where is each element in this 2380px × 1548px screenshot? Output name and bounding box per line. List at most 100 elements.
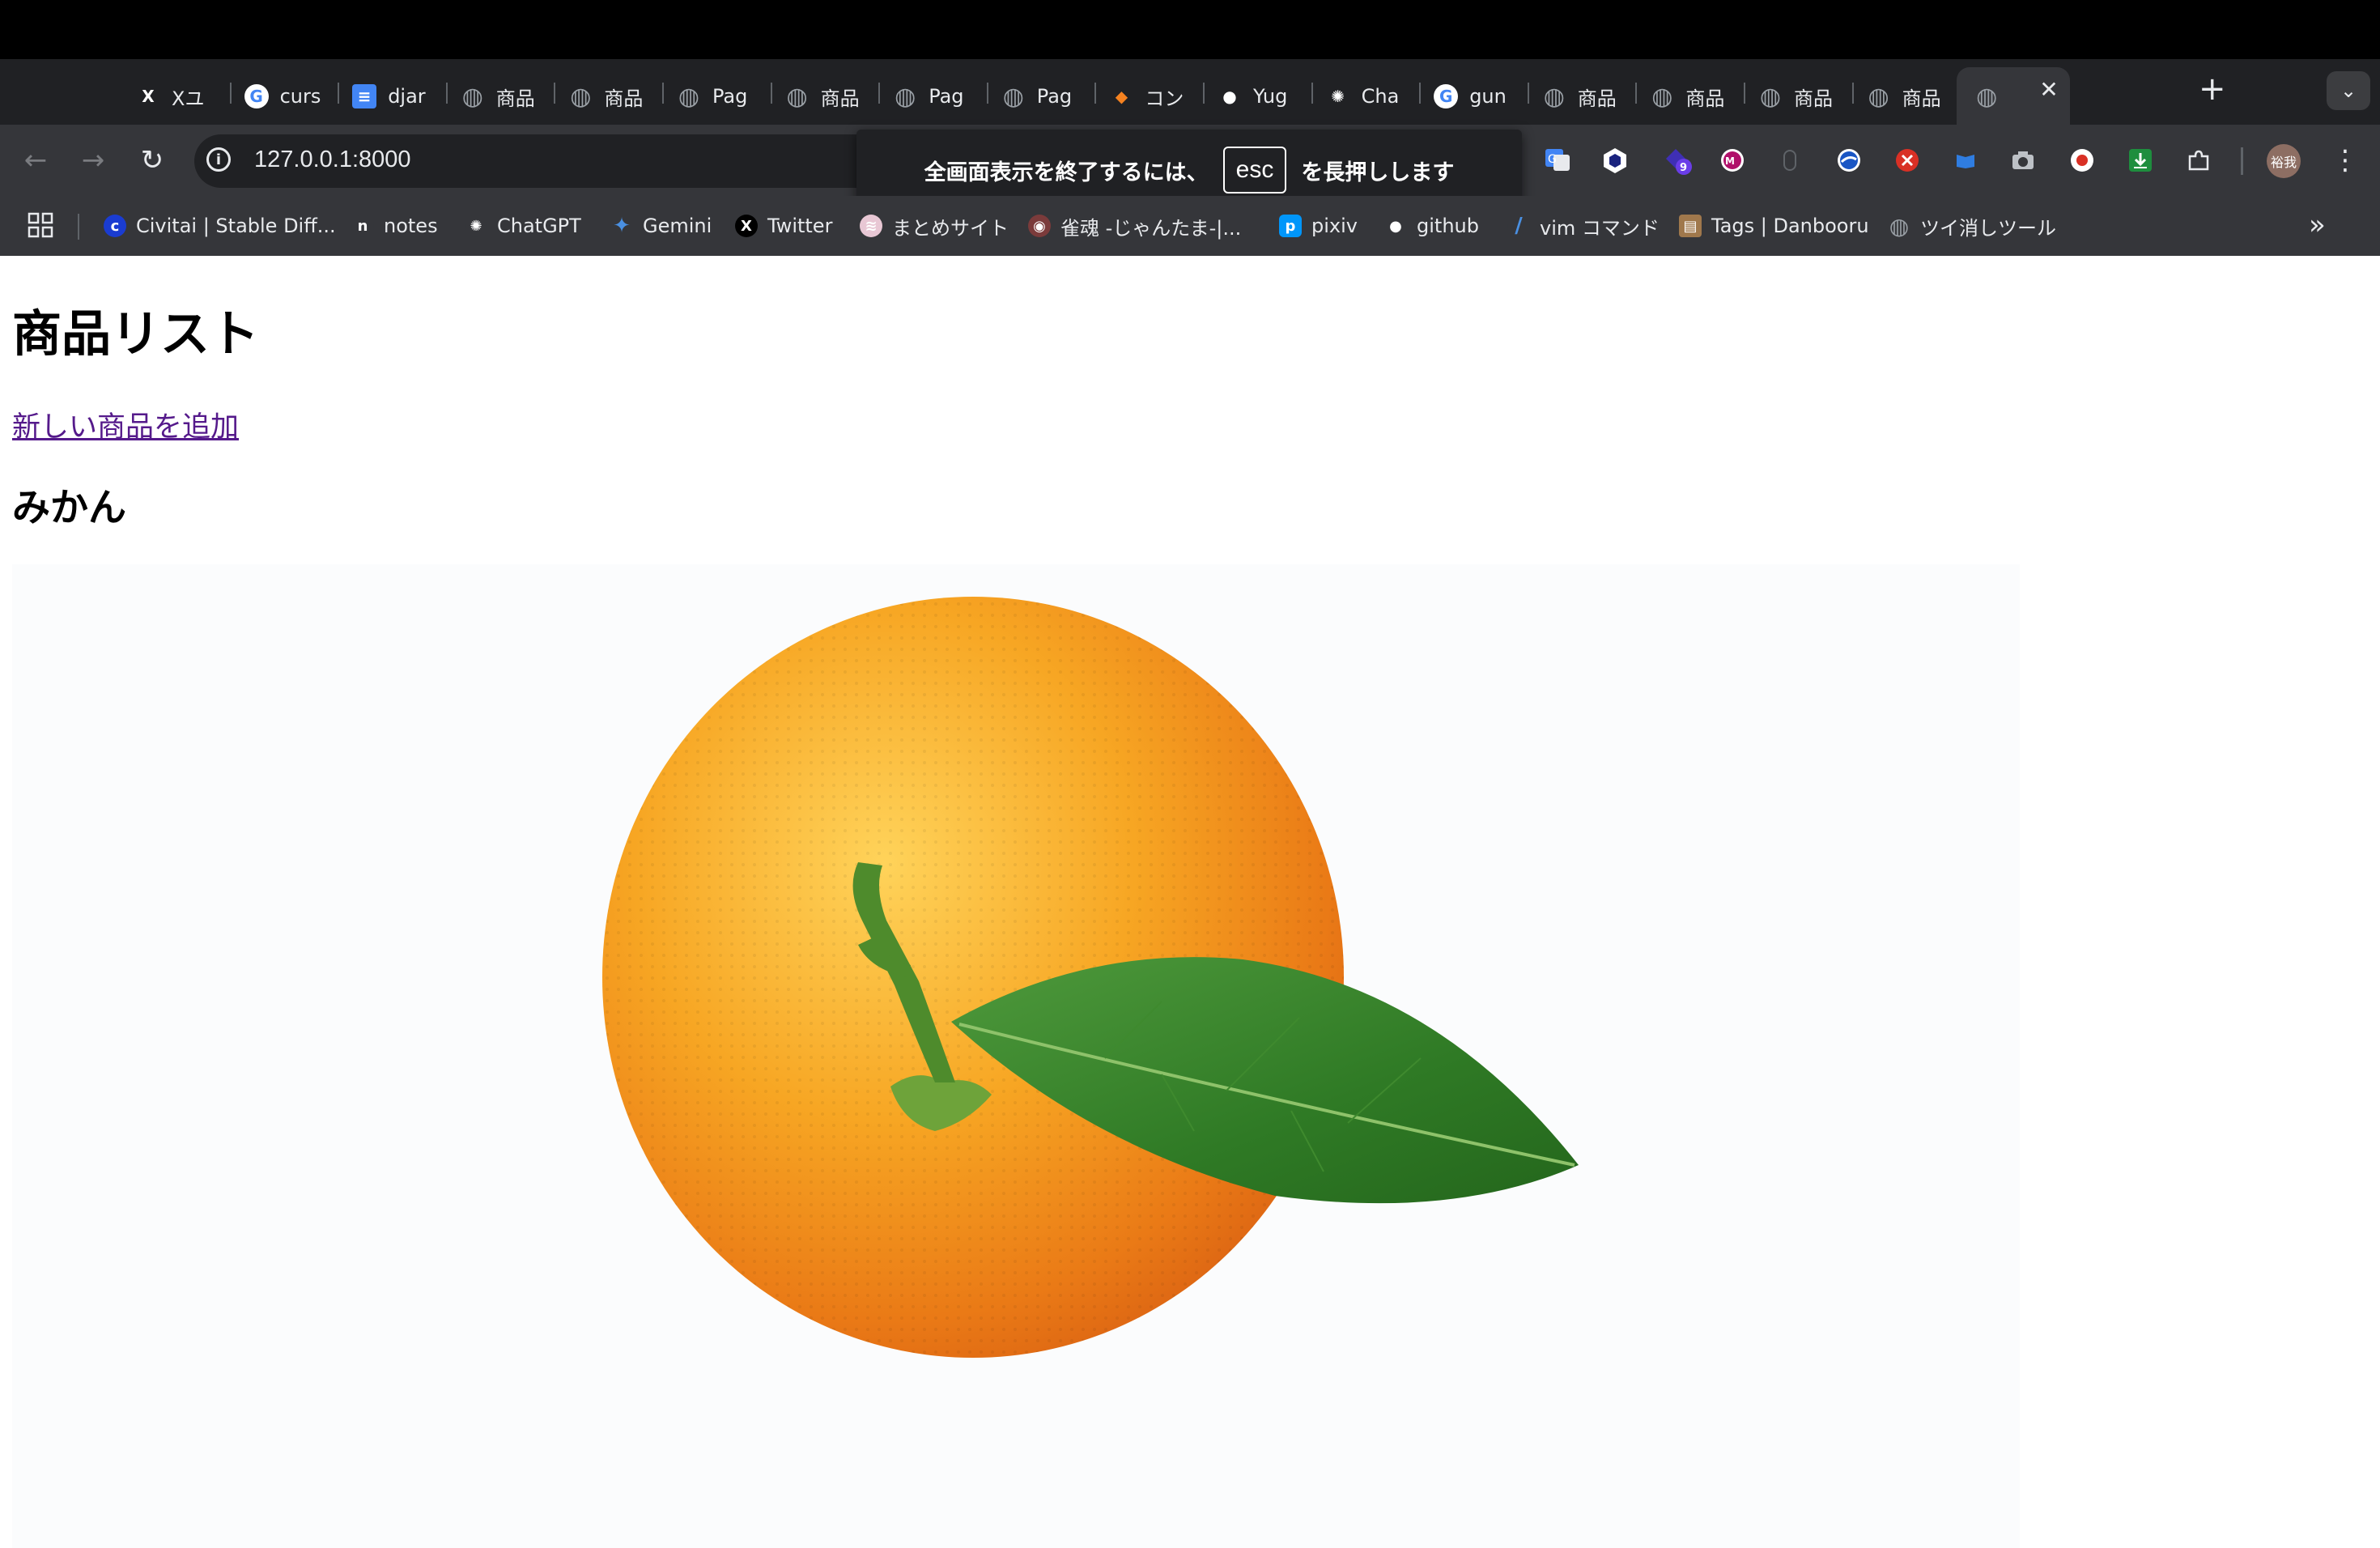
- tab-title: 商品: [1577, 87, 1617, 110]
- tab-title: Yug: [1253, 85, 1288, 108]
- tab-separator: [770, 83, 772, 104]
- download-extension-icon[interactable]: [2126, 146, 2155, 175]
- tab-separator: [1635, 83, 1638, 104]
- add-product-link[interactable]: 新しい商品を追加: [12, 404, 239, 445]
- browser-tab[interactable]: ◍ Pag: [670, 72, 778, 121]
- globe-icon: ◍: [1002, 82, 1024, 111]
- browser-tab[interactable]: ● Yug: [1211, 72, 1319, 121]
- forward-arrow-icon[interactable]: →: [75, 142, 111, 178]
- tab-title: 商品: [1685, 87, 1725, 110]
- bookmark-item[interactable]: ▤ Tags | Danbooru: [1679, 209, 1869, 243]
- bookmark-item[interactable]: ◉ 雀魂 -じゃんたま-|...: [1028, 209, 1241, 243]
- globe-icon: ◍: [461, 82, 483, 111]
- globe-icon: ◍: [1889, 212, 1910, 240]
- bookmark-item[interactable]: n notes: [351, 209, 438, 243]
- tab-title: Pag: [712, 85, 748, 108]
- bookmark-label: notes: [384, 215, 438, 237]
- hexagon-extension-icon[interactable]: [1600, 146, 1630, 175]
- mouse-extension-icon[interactable]: [1775, 146, 1804, 175]
- bookmark-label: ChatGPT: [497, 215, 581, 237]
- bookmark-item[interactable]: p pixiv: [1279, 209, 1358, 243]
- tab-title: Pag: [1036, 85, 1073, 108]
- bookmark-item[interactable]: ◍ ツイ消しツール: [1888, 209, 2056, 243]
- browser-tab[interactable]: ◍ 商品: [1752, 72, 1859, 121]
- browser-tab[interactable]: ◍ 商品: [1860, 72, 1968, 121]
- blue-circle-extension-icon[interactable]: [1834, 146, 1864, 175]
- bookmark-item[interactable]: ✦ Gemini: [610, 209, 712, 243]
- globe-icon: ◍: [1543, 82, 1565, 111]
- tab-separator: [878, 83, 881, 104]
- tab-title: Pag: [929, 85, 964, 108]
- google-icon: G: [244, 84, 269, 108]
- tab-separator: [445, 83, 448, 104]
- bookmark-item[interactable]: / vim コマンド: [1507, 209, 1660, 243]
- tab-separator: [229, 83, 232, 104]
- browser-tab[interactable]: X Xユ: [130, 72, 237, 121]
- github-icon: ●: [1222, 87, 1237, 106]
- globe-icon: ◍: [1868, 82, 1889, 111]
- browser-tab[interactable]: ◆ コン: [1103, 72, 1210, 121]
- bookmark-item[interactable]: c Civitai | Stable Diff...: [104, 209, 336, 243]
- browser-tab[interactable]: ✺ Cha: [1320, 72, 1427, 121]
- danbooru-icon: ▤: [1679, 215, 1702, 237]
- tab-title: Cha: [1361, 85, 1400, 108]
- back-arrow-icon[interactable]: ←: [18, 142, 53, 178]
- notion-icon: n: [351, 215, 374, 237]
- browser-tab[interactable]: ◍ 商品: [1536, 72, 1643, 121]
- github-icon: ●: [1384, 215, 1407, 237]
- browser-tab[interactable]: ◍ 商品: [779, 72, 886, 121]
- gemini-sparkle-icon: ✦: [613, 214, 631, 238]
- tab-separator: [1744, 83, 1745, 104]
- bookmark-label: Civitai | Stable Diff...: [136, 215, 336, 237]
- tab-separator: [554, 83, 556, 104]
- browser-tab[interactable]: ◍ Pag: [995, 72, 1103, 121]
- url-text[interactable]: 127.0.0.1:8000: [254, 147, 411, 173]
- tab-title: 商品: [604, 87, 644, 110]
- extensions-puzzle-icon[interactable]: [2184, 146, 2213, 175]
- google-docs-icon: ≡: [352, 84, 377, 108]
- apps-grid-icon[interactable]: [28, 212, 53, 241]
- globe-icon: ◍: [895, 82, 916, 111]
- browser-tab[interactable]: ◍: [1968, 72, 2076, 121]
- record-extension-icon[interactable]: [2068, 146, 2097, 175]
- tab-title: djar: [388, 85, 426, 108]
- pixiv-icon: p: [1279, 215, 1302, 237]
- circle-mark-extension-icon[interactable]: M: [1718, 146, 1747, 175]
- close-tab-icon[interactable]: ✕: [2039, 76, 2058, 103]
- reload-icon[interactable]: ↻: [134, 142, 170, 178]
- browser-tab[interactable]: ≡ djar: [346, 72, 453, 121]
- browser-tab[interactable]: Gcurs: [238, 72, 346, 121]
- x-logo-icon: X: [735, 215, 758, 237]
- profile-avatar[interactable]: 裕我: [2267, 144, 2301, 178]
- browser-tab[interactable]: ◍ 商品: [562, 72, 669, 121]
- bookmark-label: Twitter: [767, 215, 833, 237]
- toast-text-before: 全画面表示を終了するには、: [924, 159, 1209, 185]
- site-info-icon[interactable]: i: [206, 147, 231, 172]
- product-image: [12, 564, 2020, 1548]
- tab-separator: [1527, 83, 1529, 104]
- browser-menu-dots-icon[interactable]: ⋮: [2331, 144, 2359, 176]
- tab-separator: [1094, 83, 1097, 104]
- red-x-extension-icon[interactable]: [1893, 146, 1922, 175]
- google-translate-icon[interactable]: G: [1543, 146, 1572, 175]
- bookmark-label: 雀魂 -じゃんたま-|...: [1060, 216, 1242, 240]
- bookmark-item[interactable]: ✺ ChatGPT: [465, 209, 581, 243]
- purple-badge-extension-icon[interactable]: 9: [1663, 146, 1692, 175]
- browser-tab[interactable]: ◍ Pag: [886, 72, 994, 121]
- svg-text:M: M: [1725, 155, 1735, 167]
- new-tab-plus-icon[interactable]: +: [2199, 73, 2226, 105]
- bookmark-item[interactable]: ≋ まとめサイト: [860, 209, 1009, 243]
- browser-tab[interactable]: ◍ 商品: [1643, 72, 1751, 121]
- tab-separator: [986, 83, 988, 104]
- browser-tab[interactable]: Ggun: [1427, 72, 1535, 121]
- bookmark-item[interactable]: X Twitter: [735, 209, 832, 243]
- bookmark-item[interactable]: ● github: [1384, 209, 1479, 243]
- camera-extension-icon[interactable]: [2008, 146, 2038, 175]
- blue-book-extension-icon[interactable]: [1951, 146, 1980, 175]
- globe-icon: ◍: [1976, 82, 1998, 111]
- tab-search-chevron-icon[interactable]: ⌄: [2327, 71, 2370, 110]
- chatgpt-icon: ✺: [465, 215, 487, 237]
- tab-title: gun: [1469, 85, 1507, 108]
- more-bookmarks-chevron-icon[interactable]: »: [2309, 209, 2326, 241]
- browser-tab[interactable]: ◍ 商品: [454, 72, 562, 121]
